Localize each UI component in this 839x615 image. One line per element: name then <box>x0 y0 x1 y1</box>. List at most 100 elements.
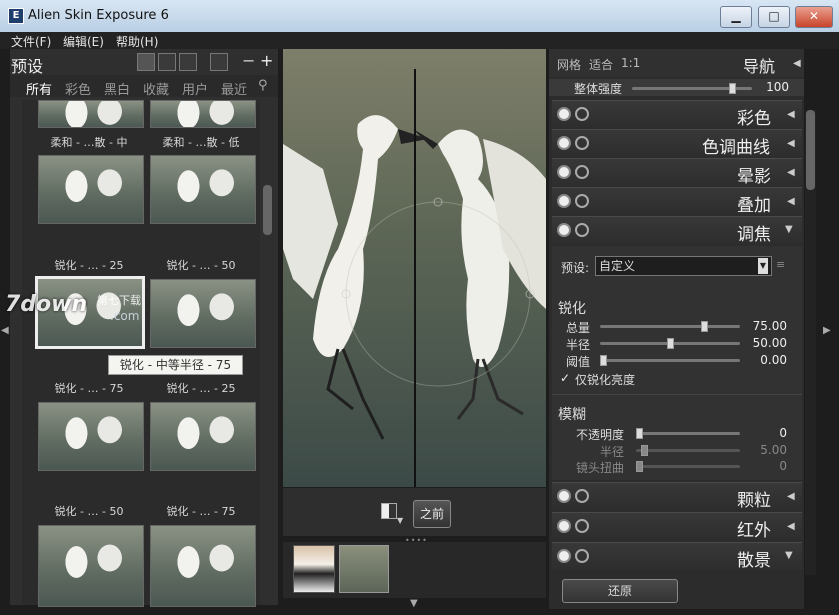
search-icon[interactable]: ⚲ <box>258 78 268 93</box>
sharpen-threshold-value[interactable]: 0.00 <box>737 353 787 367</box>
chevron-down-icon[interactable]: ▼ <box>397 516 403 525</box>
reset-icon[interactable] <box>575 194 589 208</box>
collapse-left-icon[interactable]: ◀ <box>1 325 9 336</box>
blur-opacity-track[interactable] <box>636 432 740 435</box>
expand-arrow-icon[interactable]: ◀ <box>787 196 795 207</box>
nav-grid-button[interactable]: 网格 <box>557 56 581 73</box>
sharpen-threshold-knob[interactable] <box>600 355 607 366</box>
blur-radius-value[interactable]: 5.00 <box>737 443 787 457</box>
collapse-icon[interactable] <box>210 53 228 71</box>
app-icon: E <box>8 8 24 24</box>
navigator-title[interactable]: 导航 <box>743 53 775 77</box>
overall-strength-knob[interactable] <box>728 83 736 94</box>
reset-icon[interactable] <box>575 107 589 121</box>
sharpen-amount-value[interactable]: 75.00 <box>737 319 787 333</box>
reset-icon[interactable] <box>575 223 589 237</box>
preset-thumbnail[interactable] <box>150 279 256 348</box>
remove-preset-button[interactable]: − <box>242 51 255 70</box>
sharpen-amount-label: 总量 <box>566 321 591 335</box>
blur-opacity-knob[interactable] <box>636 428 643 439</box>
collapse-arrow-icon[interactable]: ▼ <box>785 550 793 561</box>
tab-recent[interactable]: 最近 <box>221 79 247 98</box>
presets-title: 预设 <box>11 57 44 76</box>
enable-toggle-icon[interactable] <box>557 107 571 121</box>
tab-favorites[interactable]: 收藏 <box>143 79 169 98</box>
reset-icon[interactable] <box>575 165 589 179</box>
sharpen-heading: 锐化 <box>558 301 586 317</box>
reset-icon[interactable] <box>575 549 589 563</box>
divider <box>552 394 802 395</box>
reset-button[interactable]: 还原 <box>562 579 678 603</box>
sharpen-amount-knob[interactable] <box>700 321 708 332</box>
nav-ratio-button[interactable]: 1:1 <box>621 56 640 70</box>
expand-arrow-icon[interactable]: ◀ <box>787 167 795 178</box>
expand-arrow-icon[interactable]: ◀ <box>787 491 795 502</box>
menu-file[interactable]: 文件(F) <box>11 33 51 50</box>
reset-icon[interactable] <box>575 519 589 533</box>
expand-arrow-icon[interactable]: ◀ <box>787 521 795 532</box>
split-view-icon[interactable] <box>381 503 397 519</box>
preset-thumbnail[interactable] <box>38 525 144 607</box>
nav-fit-button[interactable]: 适合 <box>589 56 613 73</box>
preset-thumbnail[interactable] <box>38 402 144 471</box>
expand-arrow-icon[interactable]: ◀ <box>787 138 795 149</box>
tab-bw[interactable]: 黑白 <box>104 79 130 98</box>
tab-user[interactable]: 用户 <box>182 79 208 98</box>
lens-twist-knob[interactable] <box>636 461 643 472</box>
preset-thumbnail[interactable] <box>150 525 256 607</box>
enable-toggle-icon[interactable] <box>557 136 571 150</box>
grid-small-view-icon[interactable] <box>158 53 176 71</box>
blur-opacity-value[interactable]: 0 <box>737 426 787 440</box>
section-focus-title: 调焦 <box>737 225 771 245</box>
expand-arrow-icon[interactable]: ◀ <box>787 109 795 120</box>
close-button[interactable]: ✕ <box>795 6 833 28</box>
tab-color[interactable]: 彩色 <box>65 79 91 98</box>
sharpen-amount-track[interactable] <box>600 325 740 328</box>
expand-arrow-icon[interactable]: ◀ <box>793 58 801 69</box>
reset-icon[interactable] <box>575 136 589 150</box>
preset-thumbnail[interactable] <box>150 402 256 471</box>
collapse-bottom-icon[interactable]: ▼ <box>410 598 418 609</box>
collapse-arrow-icon[interactable]: ▼ <box>785 224 793 235</box>
preset-label: 柔和 - …散 - 中 <box>50 136 128 149</box>
add-preset-button[interactable]: + <box>260 51 273 70</box>
menu-edit[interactable]: 编辑(E) <box>63 33 104 50</box>
preset-label: 锐化 - … - 75 <box>54 382 124 395</box>
filmstrip-thumb-selected[interactable] <box>339 545 389 593</box>
enable-toggle-icon[interactable] <box>557 519 571 533</box>
enable-toggle-icon[interactable] <box>557 223 571 237</box>
reset-icon[interactable] <box>575 489 589 503</box>
adjustment-scrollbar-thumb[interactable] <box>806 110 815 190</box>
enable-toggle-icon[interactable] <box>557 165 571 179</box>
preset-thumbnail[interactable] <box>150 155 256 224</box>
lens-twist-track[interactable] <box>636 465 740 468</box>
sharpen-threshold-track[interactable] <box>600 359 740 362</box>
preset-thumbnail[interactable] <box>150 100 256 128</box>
sharpen-radius-knob[interactable] <box>667 338 674 349</box>
filmstrip-thumb[interactable] <box>293 545 335 593</box>
minimize-button[interactable]: ▁ <box>720 6 752 28</box>
chevron-down-icon[interactable]: ▼ <box>758 258 768 274</box>
preset-menu-icon[interactable]: ≡ <box>776 258 785 271</box>
list-view-icon[interactable] <box>179 53 197 71</box>
sharpen-radius-value[interactable]: 50.00 <box>737 336 787 350</box>
enable-toggle-icon[interactable] <box>557 194 571 208</box>
blur-radius-knob[interactable] <box>640 445 648 456</box>
maximize-button[interactable]: □ <box>758 6 790 28</box>
menu-help[interactable]: 帮助(H) <box>116 33 158 50</box>
lens-twist-value[interactable]: 0 <box>737 459 787 473</box>
enable-toggle-icon[interactable] <box>557 489 571 503</box>
collapse-right-icon[interactable]: ▶ <box>823 325 831 336</box>
blur-radius-track[interactable] <box>636 449 740 452</box>
tab-all[interactable]: 所有 <box>26 79 52 98</box>
preset-thumbnail[interactable] <box>38 100 144 128</box>
focus-preset-dropdown[interactable]: 自定义 <box>595 256 772 276</box>
preset-thumbnail[interactable] <box>38 155 144 224</box>
luma-only-checkbox[interactable]: ✓ <box>560 371 570 385</box>
grid-large-view-icon[interactable] <box>137 53 155 71</box>
preset-scrollbar[interactable] <box>263 185 272 235</box>
preset-label: 锐化 - … - 50 <box>54 505 124 518</box>
before-button[interactable]: 之前 <box>413 500 451 528</box>
enable-toggle-icon[interactable] <box>557 549 571 563</box>
before-after-split-line[interactable] <box>414 69 416 487</box>
